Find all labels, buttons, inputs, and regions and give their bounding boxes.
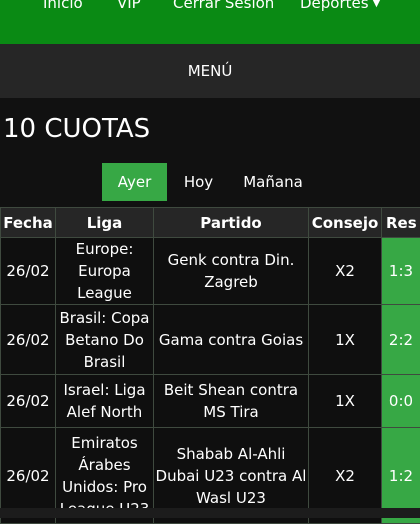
table-row: 26/02 Europe: Europa League Genk contra …: [1, 238, 420, 305]
tab-hoy[interactable]: Hoy: [167, 163, 230, 201]
nav-inicio-link[interactable]: Inicio: [43, 0, 83, 12]
cell-consejo: 1X: [309, 305, 382, 375]
tab-manana[interactable]: Mañana: [230, 163, 316, 201]
caret-down-icon: ▼: [373, 0, 381, 9]
cell-res: 2:2: [382, 305, 420, 375]
odds-table: Fecha Liga Partido Consejo Res 26/02 Eur…: [0, 207, 420, 524]
cell-fecha: 26/02: [1, 305, 56, 375]
top-navigation: Inicio VIP Cerrar Sesión Deportes ▼: [0, 0, 420, 44]
cell-consejo: X2: [309, 238, 382, 305]
menu-toggle-button[interactable]: MENÚ: [0, 44, 420, 98]
header-fecha: Fecha: [1, 208, 56, 238]
nav-vip-link[interactable]: VIP: [117, 0, 141, 12]
cell-consejo: 1X: [309, 375, 382, 428]
table-header-row: Fecha Liga Partido Consejo Res: [1, 208, 420, 238]
header-consejo: Consejo: [309, 208, 382, 238]
header-partido: Partido: [154, 208, 309, 238]
cell-liga: Brasil: Copa Betano Do Brasil: [56, 305, 154, 375]
cell-res: 0:0: [382, 375, 420, 428]
nav-deportes-dropdown[interactable]: Deportes ▼: [300, 0, 380, 12]
header-res: Res: [382, 208, 420, 238]
cell-liga: Europe: Europa League: [56, 238, 154, 305]
header-liga: Liga: [56, 208, 154, 238]
cell-partido: Gama contra Goias: [154, 305, 309, 375]
cell-partido: Genk contra Din. Zagreb: [154, 238, 309, 305]
cell-partido: Beit Shean contra MS Tira: [154, 375, 309, 428]
page-title: 10 CUOTAS: [3, 114, 150, 144]
tab-ayer[interactable]: Ayer: [102, 163, 167, 201]
table-row: 26/02 Brasil: Copa Betano Do Brasil Gama…: [1, 305, 420, 375]
table-row: 26/02 Israel: Liga Alef North Beit Shean…: [1, 375, 420, 428]
cell-liga: Israel: Liga Alef North: [56, 375, 154, 428]
footer-strip: [0, 508, 420, 518]
cell-fecha: 26/02: [1, 375, 56, 428]
cell-fecha: 26/02: [1, 238, 56, 305]
nav-deportes-label: Deportes: [300, 0, 369, 12]
menu-label: MENÚ: [188, 62, 233, 80]
cell-res: 1:3: [382, 238, 420, 305]
nav-cerrar-sesion-link[interactable]: Cerrar Sesión: [173, 0, 274, 12]
